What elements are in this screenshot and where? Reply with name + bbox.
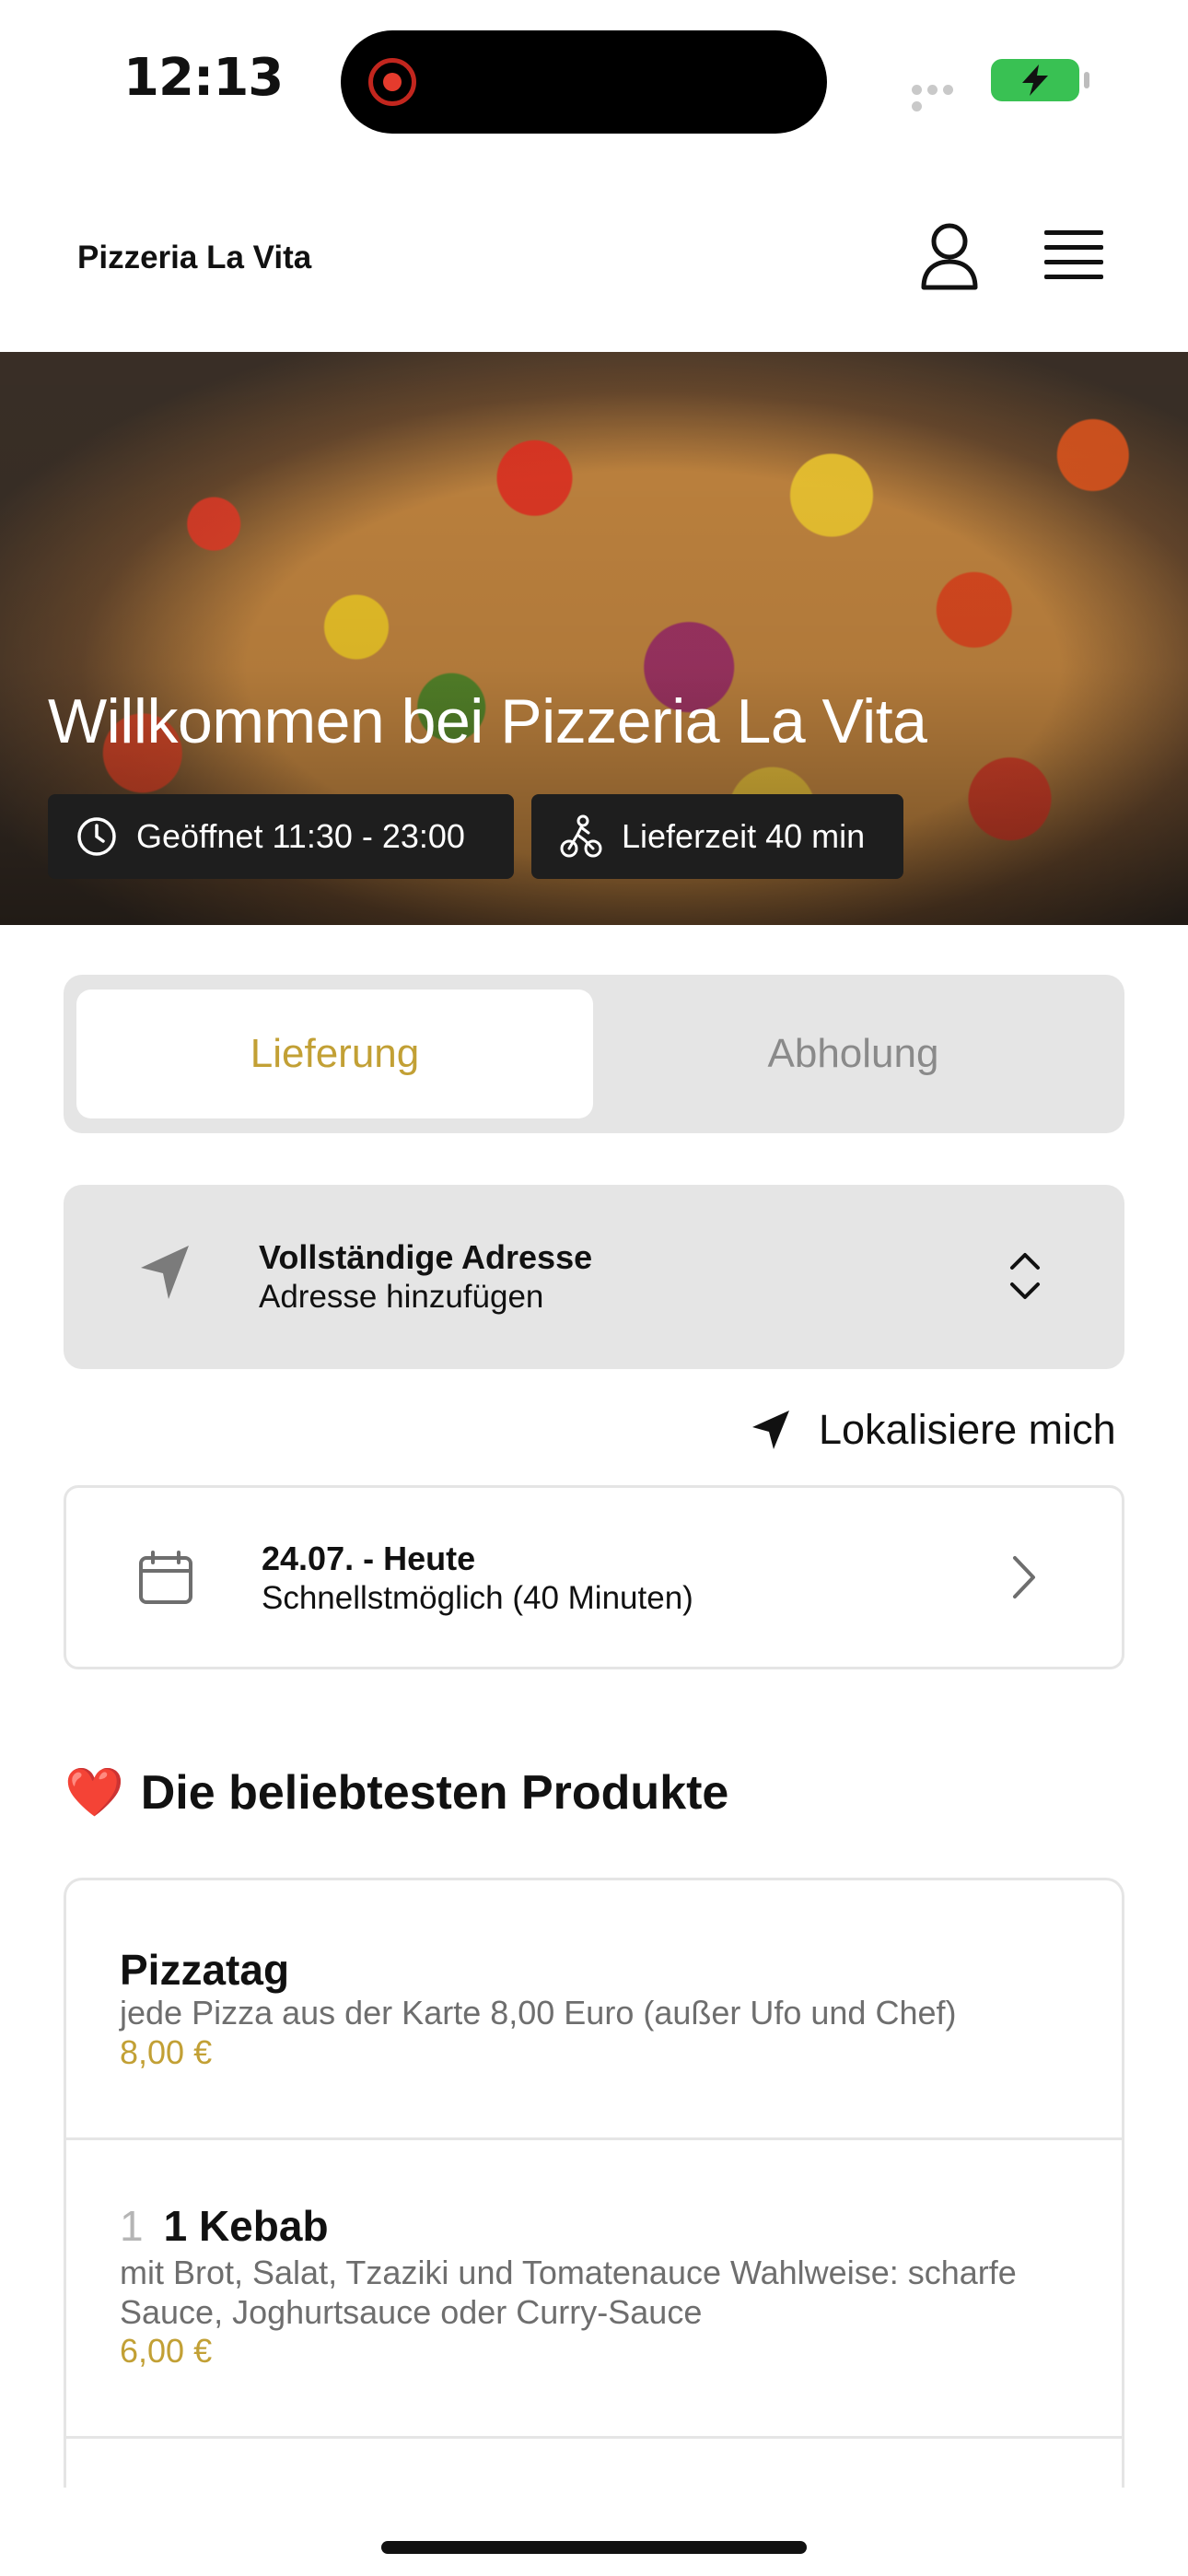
address-selector[interactable]: Vollständige Adresse Adresse hinzufügen bbox=[64, 1185, 1124, 1369]
location-arrow-icon bbox=[752, 1411, 789, 1449]
hamburger-menu-icon[interactable] bbox=[1044, 230, 1103, 284]
tab-delivery[interactable]: Lieferung bbox=[76, 989, 593, 1118]
screen-recording-icon bbox=[368, 58, 416, 106]
calendar-icon bbox=[139, 1551, 192, 1604]
product-number: 1 bbox=[120, 2202, 144, 2250]
product-name: Pizzatag bbox=[120, 1946, 290, 1994]
delivery-time-text: Lieferzeit 40 min bbox=[622, 817, 866, 855]
date-title: 24.07. - Heute bbox=[262, 1540, 476, 1577]
product-price: 6,00 € bbox=[120, 2332, 213, 2370]
bicycle-courier-icon bbox=[560, 814, 602, 858]
home-indicator[interactable] bbox=[381, 2541, 807, 2554]
popular-products-heading: ❤️ Die beliebtesten Produkte bbox=[64, 1764, 728, 1821]
delivery-time-badge: Lieferzeit 40 min bbox=[531, 794, 903, 879]
hero-title: Willkommen bei Pizzeria La Vita bbox=[48, 686, 927, 756]
status-time: 12:13 bbox=[123, 48, 284, 108]
clock-icon bbox=[77, 817, 116, 856]
app-header: Pizzeria La Vita bbox=[0, 166, 1188, 352]
delivery-date-selector[interactable]: 24.07. - Heute Schnellstmöglich (40 Minu… bbox=[64, 1485, 1124, 1669]
locate-me-button[interactable]: Lokalisiere mich bbox=[751, 1402, 1116, 1458]
opening-hours-badge: Geöffnet 11:30 - 23:00 bbox=[48, 794, 514, 879]
locate-me-label: Lokalisiere mich bbox=[819, 1406, 1116, 1453]
battery-charging-icon bbox=[991, 59, 1089, 101]
product-description: jede Pizza aus der Karte 8,00 Euro (auße… bbox=[120, 1994, 957, 2032]
chevron-up-down-icon bbox=[1010, 1253, 1040, 1299]
hero-banner: Willkommen bei Pizzeria La Vita Geöffnet… bbox=[0, 352, 1188, 925]
product-title: 1 1 Kebab bbox=[120, 2201, 329, 2251]
tab-pickup[interactable]: Abholung bbox=[595, 989, 1112, 1118]
delivery-mode-toggle: Lieferung Abholung bbox=[64, 975, 1124, 1133]
address-placeholder: Adresse hinzufügen bbox=[259, 1279, 544, 1315]
product-name: 1 Kebab bbox=[163, 2202, 329, 2250]
product-item[interactable]: 1 1 Kebab mit Brot, Salat, Tzaziki und To… bbox=[66, 2140, 1122, 2439]
dynamic-island bbox=[341, 30, 827, 134]
product-item[interactable]: Pizzatag jede Pizza aus der Karte 8,00 E… bbox=[66, 1880, 1122, 2140]
product-list: Pizzatag jede Pizza aus der Karte 8,00 E… bbox=[64, 1878, 1124, 2488]
product-price: 8,00 € bbox=[120, 2033, 213, 2071]
status-bar: 12:13 bbox=[0, 0, 1188, 166]
address-title: Vollständige Adresse bbox=[259, 1238, 593, 1276]
product-description: mit Brot, Salat, Tzaziki und Tomatenauce… bbox=[120, 2254, 1017, 2331]
heart-icon: ❤️ bbox=[64, 1765, 124, 1821]
cellular-signal-icon bbox=[912, 83, 973, 111]
opening-hours-text: Geöffnet 11:30 - 23:00 bbox=[136, 817, 465, 855]
date-subtitle: Schnellstmöglich (40 Minuten) bbox=[262, 1580, 693, 1616]
restaurant-name: Pizzeria La Vita bbox=[77, 240, 312, 275]
popular-products-title: Die beliebtesten Produkte bbox=[140, 1765, 729, 1820]
chevron-right-icon bbox=[1013, 1556, 1035, 1598]
user-icon[interactable] bbox=[919, 221, 980, 291]
location-arrow-icon bbox=[141, 1246, 189, 1299]
